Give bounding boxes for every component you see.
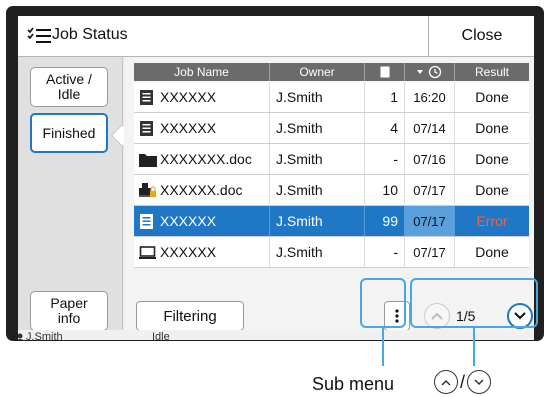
sub-menu-callout: Sub menu — [312, 374, 394, 395]
job-pages: - — [365, 237, 405, 267]
column-header-job-name[interactable]: Job Name — [134, 63, 270, 81]
callout-separator: / — [460, 371, 466, 392]
job-date: 07/17 — [405, 237, 455, 267]
job-name: XXXXXX — [160, 244, 217, 260]
status-user: J.Smith — [26, 331, 63, 340]
job-name: XXXXXXX.doc — [160, 151, 252, 167]
sidebar-item-paper-info[interactable]: Paper info — [30, 291, 108, 331]
job-result: Done — [475, 120, 509, 136]
job-result: Done — [475, 244, 509, 260]
sidebar-item-active-idle[interactable]: Active / Idle — [30, 67, 108, 107]
chevron-down-circle-icon — [467, 370, 492, 394]
page-count-icon — [380, 66, 389, 78]
job-owner: J.Smith — [270, 237, 365, 267]
job-date: 07/16 — [405, 144, 455, 174]
job-pages: 99 — [365, 206, 405, 236]
folder-icon — [139, 153, 157, 167]
window-title: Job Status — [52, 26, 128, 43]
job-pages: 10 — [365, 175, 405, 205]
job-date: 07/17 — [405, 175, 455, 205]
pager-highlight — [410, 278, 538, 328]
job-name: XXXXXX.doc — [160, 182, 243, 198]
job-owner: J.Smith — [270, 82, 365, 112]
title-bar: Job Status Close — [18, 16, 534, 57]
sub-menu-callout-line — [382, 328, 384, 366]
table-row[interactable]: XXXXXX J.Smith - 07/17 Done — [134, 237, 529, 268]
job-owner: J.Smith — [270, 206, 365, 236]
sort-time-icon — [416, 65, 441, 79]
status-text: Idle — [152, 331, 170, 340]
sub-menu-label: Sub menu — [312, 374, 395, 394]
sidebar-item-finished[interactable]: Finished — [30, 113, 108, 153]
sub-menu-highlight — [360, 278, 406, 328]
column-header-pages[interactable] — [365, 63, 405, 81]
job-name: XXXXXX — [160, 89, 217, 105]
close-button[interactable]: Close — [428, 16, 534, 56]
job-date: 16:20 — [405, 82, 455, 112]
job-owner: J.Smith — [270, 113, 365, 143]
job-result: Error — [476, 213, 508, 229]
column-header-result[interactable]: Result — [455, 63, 529, 81]
filtering-button[interactable]: Filtering — [136, 301, 244, 331]
chevron-up-circle-icon — [434, 370, 458, 394]
job-table-body: XXXXXX J.Smith 1 16:20 Done XXXXXX J.Smi… — [134, 82, 529, 268]
pager-callout: / — [432, 370, 493, 394]
table-header: Job Name Owner Result — [134, 63, 529, 81]
job-date: 07/17 — [405, 206, 455, 236]
locked-printer-icon — [139, 182, 156, 197]
column-header-owner[interactable]: Owner — [270, 63, 365, 81]
job-date: 07/14 — [405, 113, 455, 143]
job-owner: J.Smith — [270, 144, 365, 174]
table-row[interactable]: XXXXXX J.Smith 4 07/14 Done — [134, 113, 529, 144]
user-icon — [18, 333, 24, 340]
job-pages: 1 — [365, 82, 405, 112]
table-row[interactable]: XXXXXX J.Smith 1 16:20 Done — [134, 82, 529, 113]
job-pages: - — [365, 144, 405, 174]
job-list-icon — [27, 27, 51, 43]
document-icon — [140, 213, 153, 229]
table-row[interactable]: XXXXXX.doc J.Smith 10 07/17 Done — [134, 175, 529, 206]
monitor-icon — [139, 245, 156, 259]
job-owner: J.Smith — [270, 175, 365, 205]
document-icon — [140, 89, 153, 105]
job-name: XXXXXX — [160, 213, 217, 229]
document-icon — [140, 120, 153, 136]
table-row-selected[interactable]: XXXXXX J.Smith 99 07/17 Error — [134, 206, 529, 237]
sidebar: Active / Idle Finished Paper info — [18, 57, 123, 340]
job-result: Done — [475, 182, 509, 198]
job-pages: 4 — [365, 113, 405, 143]
job-result: Done — [475, 151, 509, 167]
pager-callout-line — [473, 328, 475, 366]
job-result: Done — [475, 89, 509, 105]
job-name: XXXXXX — [160, 120, 217, 136]
column-header-time[interactable] — [405, 63, 455, 81]
status-bar: J.Smith Idle — [18, 330, 534, 340]
table-row[interactable]: XXXXXXX.doc J.Smith - 07/16 Done — [134, 144, 529, 175]
